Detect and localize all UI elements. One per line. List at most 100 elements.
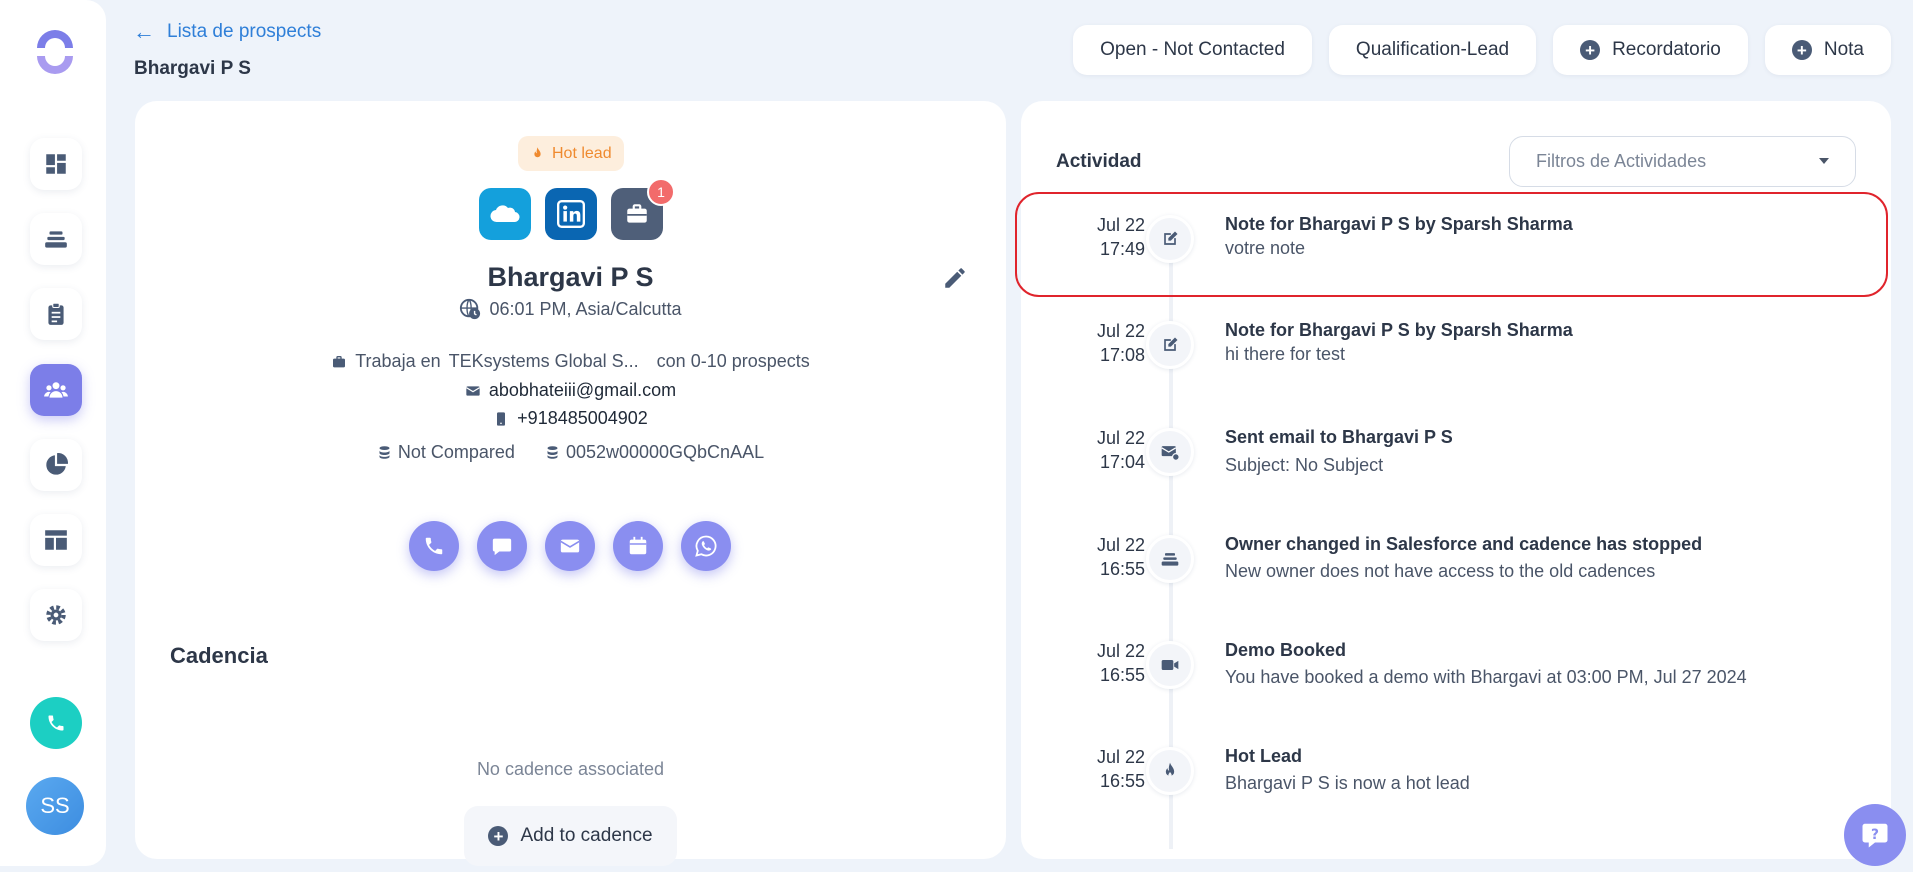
activity-item[interactable]: Jul 22 16:55 Demo Booked You have booked …: [1021, 625, 1891, 717]
caret-down-icon: [1819, 158, 1829, 164]
database-icon: [547, 446, 558, 459]
nav-reports[interactable]: [30, 439, 82, 491]
notification-badge: 1: [647, 178, 675, 206]
chat-bubble-icon: [492, 538, 512, 556]
note-button[interactable]: + Nota: [1764, 25, 1891, 75]
nav-templates[interactable]: [30, 514, 82, 566]
call-action-button[interactable]: [409, 521, 459, 571]
back-label: Lista de prospects: [167, 21, 322, 42]
activity-day: Jul 22: [1096, 747, 1145, 767]
dialer-button[interactable]: [30, 697, 82, 749]
activity-title-text: Owner changed in Salesforce and cadence …: [1225, 534, 1703, 554]
company-name[interactable]: TEKsystems Global S...: [449, 351, 639, 372]
status-button[interactable]: Open - Not Contacted: [1073, 25, 1312, 75]
activity-title: Actividad: [1056, 151, 1142, 172]
phone-icon: [48, 715, 64, 731]
add-to-cadence-button[interactable]: + Add to cadence: [464, 806, 677, 866]
email-row: abobhateiii@gmail.com: [135, 380, 1006, 401]
phone-row: +918485004902: [135, 408, 1006, 429]
ids-row: Not Compared 0052w00000GQbCnAAL: [135, 442, 1006, 463]
linkedin-icon: [557, 200, 585, 228]
activity-subtitle: You have booked a demo with Bhargavi at …: [1225, 667, 1747, 687]
activity-item[interactable]: Jul 22 16:55 Owner changed in Salesforce …: [1021, 519, 1891, 611]
activity-item[interactable]: Jul 22 16:55 Hot Lead Bhargavi P S is now…: [1021, 731, 1891, 823]
back-link[interactable]: ← Lista de prospects: [133, 19, 321, 45]
database-icon: [379, 446, 390, 459]
activity-date: Jul 22 17:08: [1077, 319, 1145, 367]
add-to-cadence-label: Add to cadence: [520, 825, 653, 846]
globe-clock-icon: [460, 298, 481, 320]
sidebar: SS: [0, 0, 106, 866]
envelope-icon: [560, 539, 580, 553]
sms-action-button[interactable]: [477, 521, 527, 571]
flame-icon: [1165, 762, 1175, 777]
nav-dashboard[interactable]: [30, 138, 82, 190]
edit-note-icon: [1164, 337, 1178, 351]
layout-icon: [45, 530, 67, 550]
activity-icon: [1146, 641, 1194, 689]
email-value[interactable]: abobhateiii@gmail.com: [489, 380, 676, 401]
company-row: Trabaja en TEKsystems Global S... con 0-…: [135, 351, 1006, 372]
user-avatar[interactable]: SS: [26, 777, 84, 835]
no-cadence-text: No cadence associated: [476, 759, 665, 779]
pencil-icon: [945, 268, 965, 288]
activity-title-text: Demo Booked: [1225, 640, 1347, 660]
activity-icon: [1146, 535, 1194, 583]
company-link[interactable]: 1: [611, 178, 675, 240]
help-button[interactable]: ?: [1844, 804, 1906, 866]
video-icon: [1161, 660, 1179, 670]
activity-date: Jul 22 17:04: [1077, 426, 1145, 474]
salesforce-cloud-icon: [490, 205, 520, 223]
reminder-label: Recordatorio: [1612, 39, 1721, 60]
linkedin-link[interactable]: [545, 188, 597, 240]
filter-placeholder: Filtros de Actividades: [1536, 151, 1707, 171]
stage-label: Qualification-Lead: [1355, 39, 1510, 60]
activity-time: 17:04: [1099, 452, 1145, 472]
calendar-icon: [629, 536, 647, 555]
activity-time: 16:55: [1099, 559, 1145, 579]
activity-subtitle: New owner does not have access to the ol…: [1225, 561, 1656, 581]
nav-tasks[interactable]: [30, 288, 82, 340]
timezone-text: 06:01 PM, Asia/Calcutta: [489, 298, 682, 319]
activity-time: 17:08: [1099, 345, 1145, 365]
activity-title-text: Hot Lead: [1225, 746, 1303, 766]
plus-circle-icon: +: [1580, 40, 1601, 60]
nav-people[interactable]: [30, 364, 82, 416]
salesforce-link[interactable]: [479, 188, 531, 240]
prospect-name: Bhargavi P S: [487, 262, 654, 292]
briefcase-icon: [627, 204, 647, 223]
highlight-outline: [1015, 192, 1888, 297]
compare-status: Not Compared: [397, 442, 515, 462]
activity-day: Jul 22: [1096, 641, 1145, 661]
note-label: Nota: [1823, 39, 1864, 60]
activity-title-text: Sent email to Bhargavi P S: [1225, 427, 1453, 447]
plus-circle-icon: +: [488, 826, 509, 846]
nav-settings[interactable]: [30, 589, 82, 641]
status-label: Open - Not Contacted: [1100, 39, 1285, 60]
flame-icon: [534, 147, 541, 158]
calendar-action-button[interactable]: [613, 521, 663, 571]
whatsapp-action-button[interactable]: [681, 521, 731, 571]
mobile-phone-icon: [497, 411, 506, 426]
activity-item[interactable]: Jul 22 17:04 Sent email to Bhargavi P S S…: [1021, 412, 1891, 504]
phone-icon: [425, 537, 443, 555]
stage-button[interactable]: Qualification-Lead: [1328, 25, 1537, 75]
phone-value[interactable]: +918485004902: [517, 408, 648, 429]
works-at-label: Trabaja en: [355, 351, 441, 371]
app-logo[interactable]: [31, 28, 79, 76]
edit-button[interactable]: [942, 265, 968, 296]
email-sent-icon: [1161, 446, 1180, 461]
nav-cadences[interactable]: [30, 213, 82, 265]
envelope-icon: [465, 385, 480, 396]
pie-chart-icon: [46, 453, 68, 475]
email-action-button[interactable]: [545, 521, 595, 571]
stack-icon: [1161, 553, 1179, 566]
top-actions: Open - Not Contacted Qualification-Lead …: [1073, 25, 1891, 75]
svg-text:?: ?: [1871, 827, 1879, 843]
activity-filter-select[interactable]: Filtros de Actividades: [1509, 136, 1856, 187]
gear-icon: [46, 605, 66, 625]
timezone-row: 06:01 PM, Asia/Calcutta: [135, 298, 1006, 320]
activity-icon: [1146, 428, 1194, 476]
reminder-button[interactable]: + Recordatorio: [1553, 25, 1748, 75]
activity-item[interactable]: Jul 22 17:08 Note for Bhargavi P S by Spa…: [1021, 305, 1891, 397]
